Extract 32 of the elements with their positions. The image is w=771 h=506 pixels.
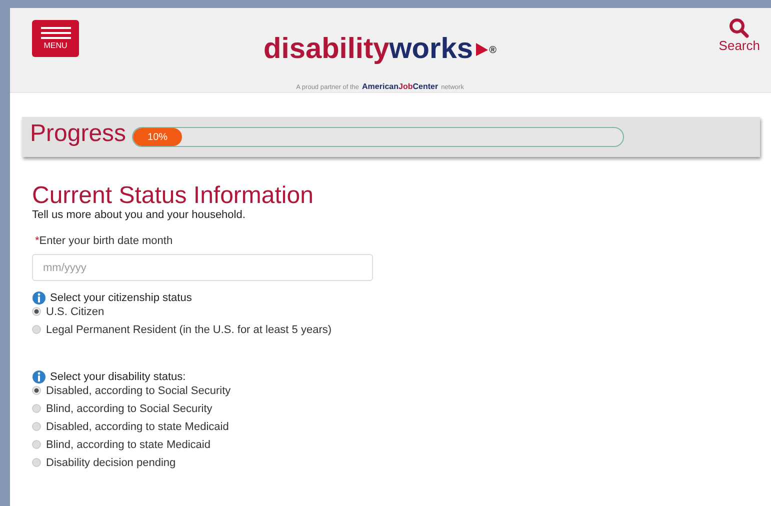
play-arrow-icon <box>475 41 490 57</box>
radio-option[interactable]: Legal Permanent Resident (in the U.S. for at least 5 years) <box>32 319 766 340</box>
field-label: Enter your birth date month <box>39 235 173 247</box>
section-subtitle: Tell us more about you and your household. <box>32 209 246 221</box>
radio-button[interactable] <box>32 458 41 467</box>
info-icon[interactable] <box>32 370 46 384</box>
progress-title: Progress <box>30 120 126 148</box>
radio-option[interactable]: Blind, according to state Medicaid <box>32 434 766 455</box>
info-icon[interactable] <box>32 291 46 305</box>
question-label: Select your disability status: <box>50 371 186 383</box>
registered-mark: ® <box>489 44 496 58</box>
menu-button[interactable]: MENU <box>32 20 79 57</box>
search-button[interactable]: Search <box>718 18 760 53</box>
logo-text: works <box>389 32 474 66</box>
radio-option[interactable]: Blind, according to Social Security <box>32 398 766 419</box>
radio-button[interactable] <box>32 325 41 334</box>
radio-option[interactable]: Disability decision pending <box>32 452 766 473</box>
progress-fill: 10% <box>133 128 182 146</box>
radio-button[interactable] <box>32 422 41 431</box>
section-title: Current Status Information <box>32 183 314 209</box>
radio-button[interactable] <box>32 404 41 413</box>
partner-logo-text: AmericanJobCenter <box>362 82 438 91</box>
required-mark: * <box>35 235 40 247</box>
radio-option[interactable]: Disabled, according to state Medicaid <box>32 416 766 437</box>
menu-icon <box>40 27 70 39</box>
search-icon <box>729 18 750 38</box>
radio-button[interactable] <box>32 440 41 449</box>
radio-button[interactable] <box>32 307 41 316</box>
logo-text: disability <box>264 32 390 66</box>
question-label: Select your citizenship status <box>50 292 192 304</box>
radio-button[interactable] <box>32 386 41 395</box>
birth-date-field[interactable]: mm/yyyy <box>32 254 373 281</box>
